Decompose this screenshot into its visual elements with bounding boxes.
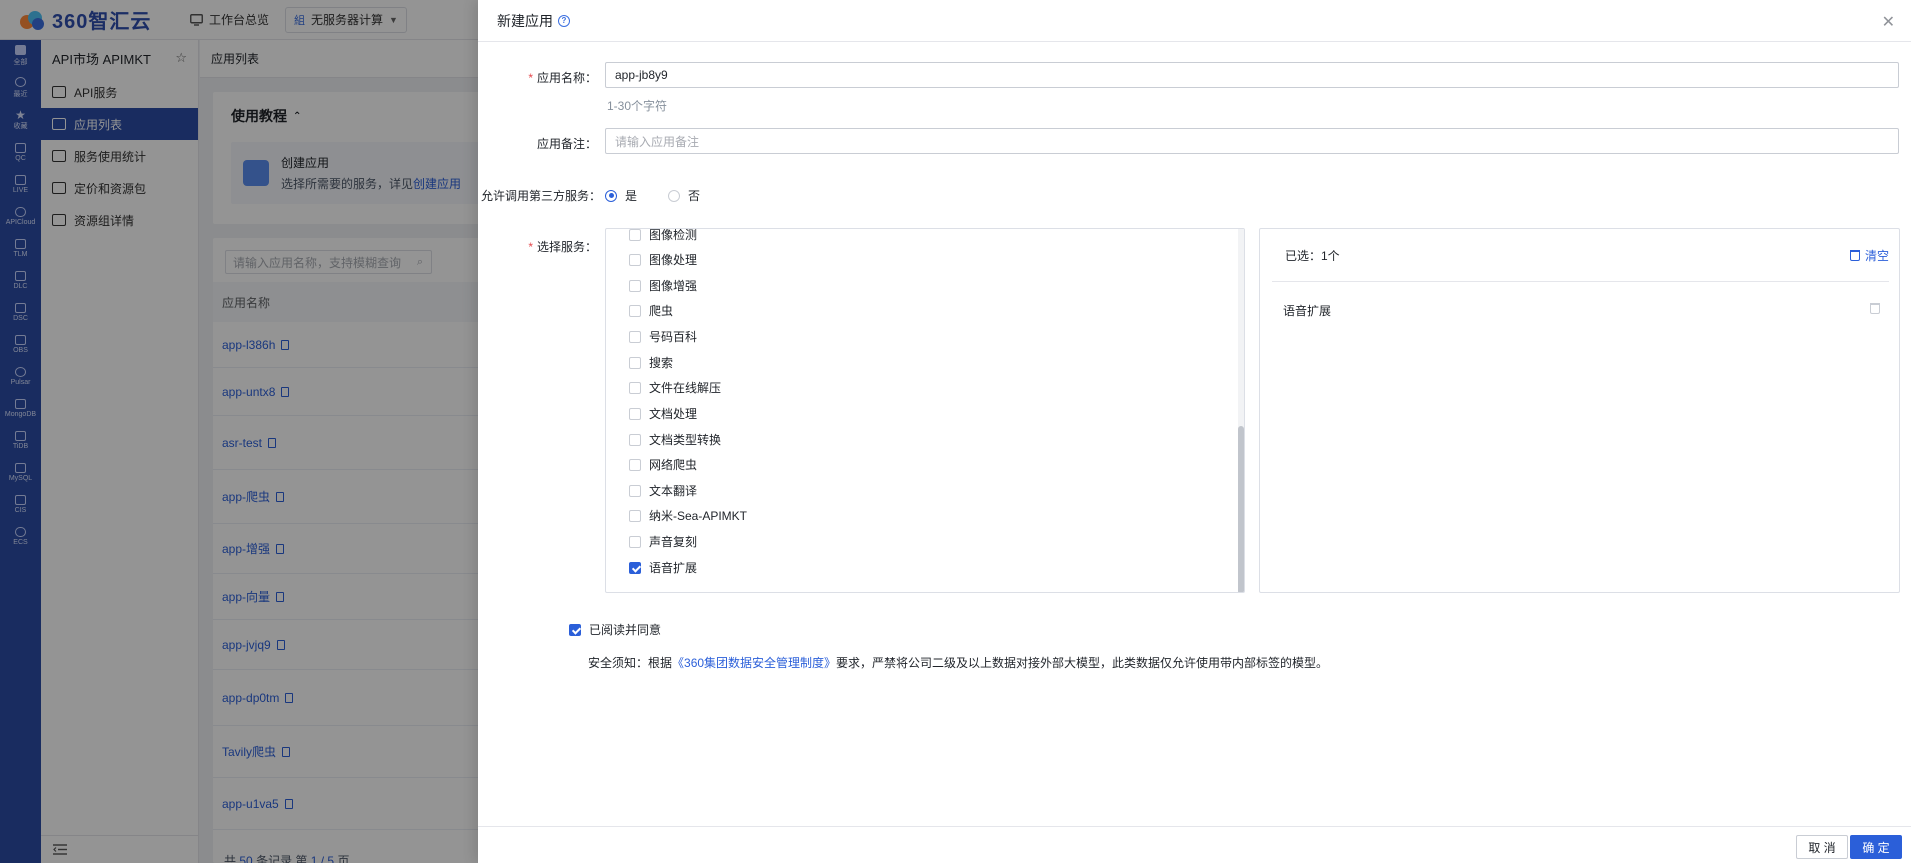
service-option-label: 文本翻译	[649, 484, 698, 498]
required-mark: *	[528, 71, 533, 85]
app-name-label-text: 应用名称：	[536, 71, 597, 85]
required-mark: *	[528, 240, 533, 254]
checkbox[interactable]	[629, 535, 641, 548]
drawer-title: 新建应用	[497, 12, 553, 29]
checkbox[interactable]	[629, 356, 641, 369]
service-option-label: 搜索	[649, 356, 674, 370]
security-notice: 安全须知：根据《360集团数据安全管理制度》要求，严禁将公司二级及以上数据对接外…	[588, 654, 1328, 671]
clear-button[interactable]: 清空	[1849, 247, 1889, 264]
drawer-header: 新建应用 ?	[478, 0, 1911, 42]
radio-yes-label: 是	[625, 189, 638, 203]
service-option-label: 图像处理	[649, 253, 698, 267]
clear-label: 清空	[1864, 248, 1889, 263]
radio-no[interactable]: 否	[668, 187, 700, 204]
service-option[interactable]: 文件在线解压	[629, 379, 721, 396]
service-option-label: 文档处理	[649, 407, 698, 421]
app-name-label: * 应用名称：	[478, 69, 597, 86]
create-app-drawer: 新建应用 ? ✕ * 应用名称： app-jb8y9 1-30个字符 应用备注： …	[478, 0, 1911, 863]
service-label-text: 选择服务：	[536, 240, 597, 254]
service-list[interactable]: 图像检测 图像处理 图像增强 爬虫 号码百科 搜索 文件在线解压 文档处理 文档…	[605, 228, 1245, 593]
service-option-label: 图像增强	[649, 279, 698, 293]
checkbox[interactable]	[629, 330, 641, 343]
service-label: * 选择服务：	[478, 238, 597, 255]
trash-icon	[1849, 249, 1860, 261]
service-option[interactable]: 网络爬虫	[629, 456, 697, 473]
service-list-scroll-thumb[interactable]	[1238, 426, 1244, 592]
checkbox[interactable]	[629, 229, 641, 241]
service-option-label: 声音复刻	[649, 535, 698, 549]
remark-placeholder: 请输入应用备注	[615, 134, 700, 149]
service-option-label: 文件在线解压	[649, 381, 722, 395]
service-option-label: 号码百科	[649, 330, 698, 344]
checkbox-checked[interactable]	[569, 623, 581, 636]
service-option[interactable]: 搜索	[629, 354, 673, 371]
service-option[interactable]: 图像增强	[629, 277, 697, 294]
app-name-value: app-jb8y9	[615, 68, 668, 82]
remove-selected-icon[interactable]	[1870, 303, 1880, 317]
checkbox[interactable]	[629, 253, 641, 266]
policy-link[interactable]: 《360集团数据安全管理制度》	[672, 656, 836, 670]
cancel-button[interactable]: 取 消	[1796, 835, 1848, 859]
service-option[interactable]: 纳米-Sea-APIMKT	[629, 507, 747, 524]
trash-icon	[1870, 303, 1880, 314]
checkbox[interactable]	[629, 304, 641, 317]
service-option[interactable]: 文本翻译	[629, 482, 697, 499]
selected-services-panel: 已选：1个 清空 语音扩展	[1259, 228, 1900, 593]
service-option[interactable]: 图像处理	[629, 251, 697, 268]
selected-header: 已选：1个 清空	[1272, 229, 1889, 282]
third-party-label: 允许调用第三方服务：	[480, 189, 601, 203]
confirm-button[interactable]: 确 定	[1850, 835, 1902, 859]
notice-prefix: 安全须知：根据	[588, 656, 673, 670]
radio-yes[interactable]: 是	[605, 187, 637, 204]
checkbox[interactable]	[629, 407, 641, 420]
service-option[interactable]: 声音复刻	[629, 533, 697, 550]
notice-suffix: 要求，严禁将公司二级及以上数据对接外部大模型，此类数据仅允许使用带内部标签的模型…	[836, 656, 1329, 670]
remark-label: 应用备注：	[536, 137, 597, 151]
service-option-label: 图像检测	[649, 228, 698, 242]
radio-dot-checked	[605, 189, 617, 202]
service-option[interactable]: 号码百科	[629, 328, 697, 345]
app-name-hint: 1-30个字符	[607, 99, 668, 113]
agree-label: 已阅读并同意	[589, 623, 662, 637]
selected-item: 语音扩展	[1283, 304, 1332, 318]
service-option[interactable]: 爬虫	[629, 302, 673, 319]
service-option[interactable]: 语音扩展	[629, 559, 697, 576]
radio-no-label: 否	[688, 189, 701, 203]
service-option-label: 网络爬虫	[649, 458, 698, 472]
checkbox[interactable]	[629, 279, 641, 292]
help-icon[interactable]: ?	[558, 14, 570, 27]
agree-checkbox[interactable]: 已阅读并同意	[569, 621, 661, 638]
checkbox[interactable]	[629, 484, 641, 497]
app-name-input[interactable]: app-jb8y9	[605, 62, 1899, 88]
service-option[interactable]: 图像检测	[629, 228, 698, 243]
radio-dot	[668, 189, 680, 202]
checkbox[interactable]	[629, 509, 641, 522]
service-option-label: 纳米-Sea-APIMKT	[649, 509, 748, 523]
service-option-label: 文档类型转换	[649, 433, 722, 447]
service-option-label: 语音扩展	[649, 561, 698, 575]
drawer-footer: 取 消 确 定	[478, 826, 1911, 863]
close-icon[interactable]: ✕	[1882, 12, 1895, 32]
remark-input[interactable]: 请输入应用备注	[605, 128, 1899, 154]
service-option-label: 爬虫	[649, 304, 674, 318]
service-option[interactable]: 文档处理	[629, 405, 697, 422]
checkbox[interactable]	[629, 458, 641, 471]
checkbox[interactable]	[629, 433, 641, 446]
checkbox[interactable]	[629, 381, 641, 394]
checkbox-checked[interactable]	[629, 561, 641, 574]
selected-count: 已选：1个	[1285, 248, 1340, 263]
service-option[interactable]: 文档类型转换	[629, 431, 721, 448]
